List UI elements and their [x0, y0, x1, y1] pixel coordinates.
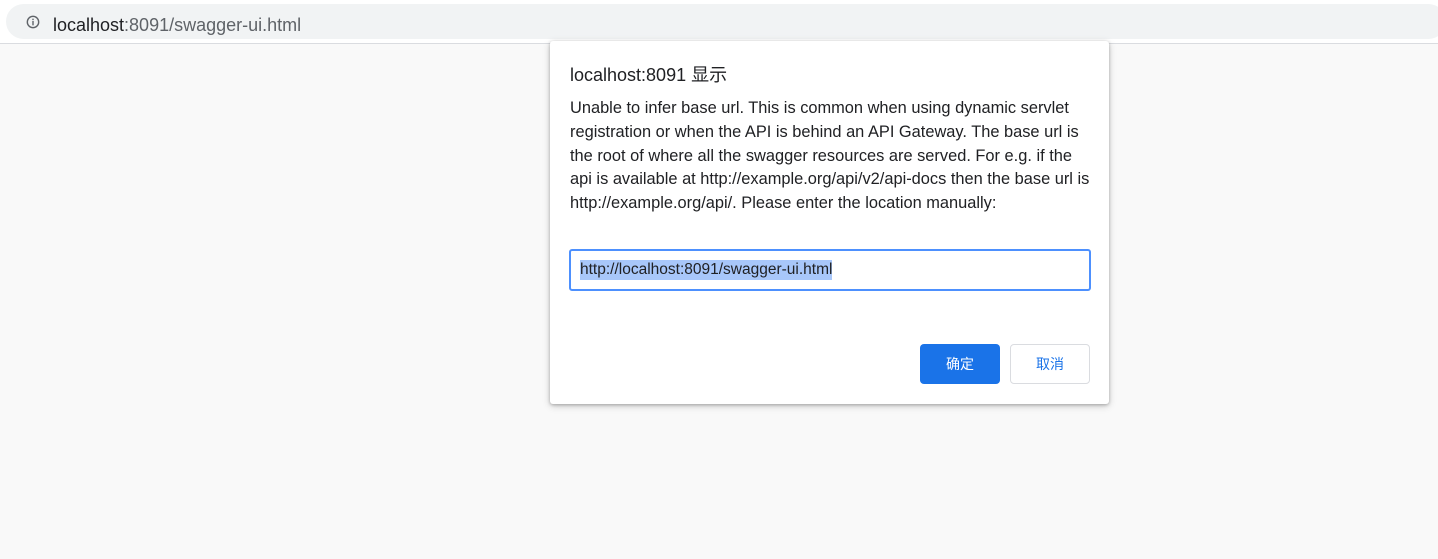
base-url-input[interactable]: http://localhost:8091/swagger-ui.html [569, 249, 1091, 291]
dialog-title: localhost:8091 显示 [570, 65, 728, 85]
ok-button[interactable]: 确定 [920, 344, 1000, 384]
browser-toolbar: localhost:8091/swagger-ui.html [0, 0, 1438, 44]
address-url-host: localhost [53, 15, 125, 35]
prompt-dialog: localhost:8091 显示 Unable to infer base u… [550, 41, 1109, 404]
address-url[interactable]: localhost:8091/swagger-ui.html [53, 14, 301, 36]
cancel-button[interactable]: 取消 [1010, 344, 1090, 384]
base-url-input-value[interactable]: http://localhost:8091/swagger-ui.html [580, 260, 833, 280]
dialog-message: Unable to infer base url. This is common… [570, 99, 1090, 213]
address-bar[interactable]: localhost:8091/swagger-ui.html [6, 4, 1438, 39]
info-icon[interactable] [26, 15, 40, 29]
address-url-path: :8091/swagger-ui.html [124, 15, 302, 35]
